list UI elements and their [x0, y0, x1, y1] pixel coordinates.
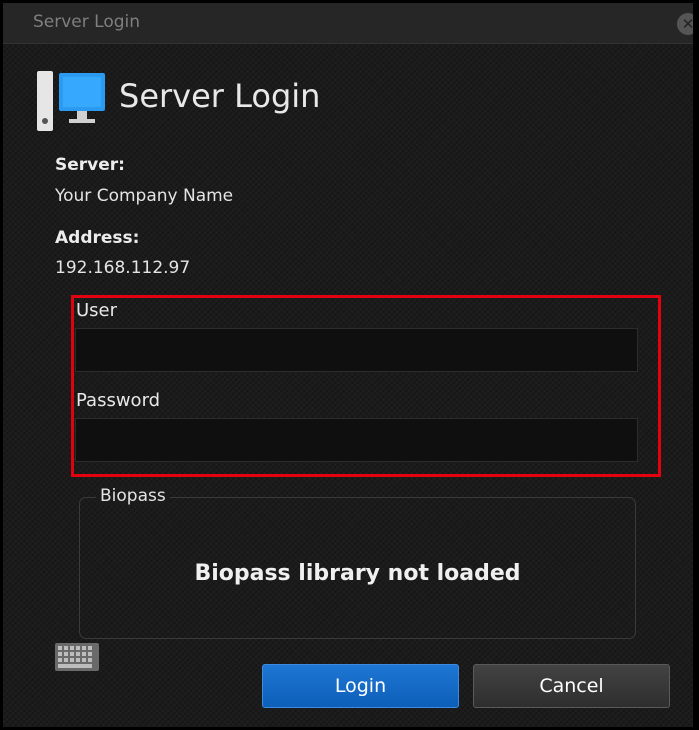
address-value: 192.168.112.97 [55, 258, 191, 278]
keyboard-icon[interactable] [55, 643, 99, 671]
title-bar: Server Login ✕ [3, 3, 693, 44]
window-title: Server Login [33, 12, 141, 32]
biopass-legend: Biopass [96, 486, 170, 506]
login-button[interactable]: Login [262, 664, 459, 708]
page-title: Server Login [119, 77, 321, 115]
user-label: User [76, 300, 118, 321]
server-name: Your Company Name [55, 186, 234, 206]
address-label: Address: [55, 228, 140, 248]
biopass-status-text: Biopass library not loaded [194, 561, 521, 586]
password-input[interactable] [75, 418, 638, 462]
close-icon[interactable]: ✕ [677, 13, 693, 35]
server-label: Server: [55, 155, 125, 175]
user-input[interactable] [75, 328, 638, 372]
server-login-dialog: Server Login ✕ Server Login Server: Your… [0, 0, 699, 730]
cancel-button[interactable]: Cancel [473, 664, 670, 708]
server-computer-icon [37, 71, 105, 131]
password-label: Password [76, 390, 161, 411]
